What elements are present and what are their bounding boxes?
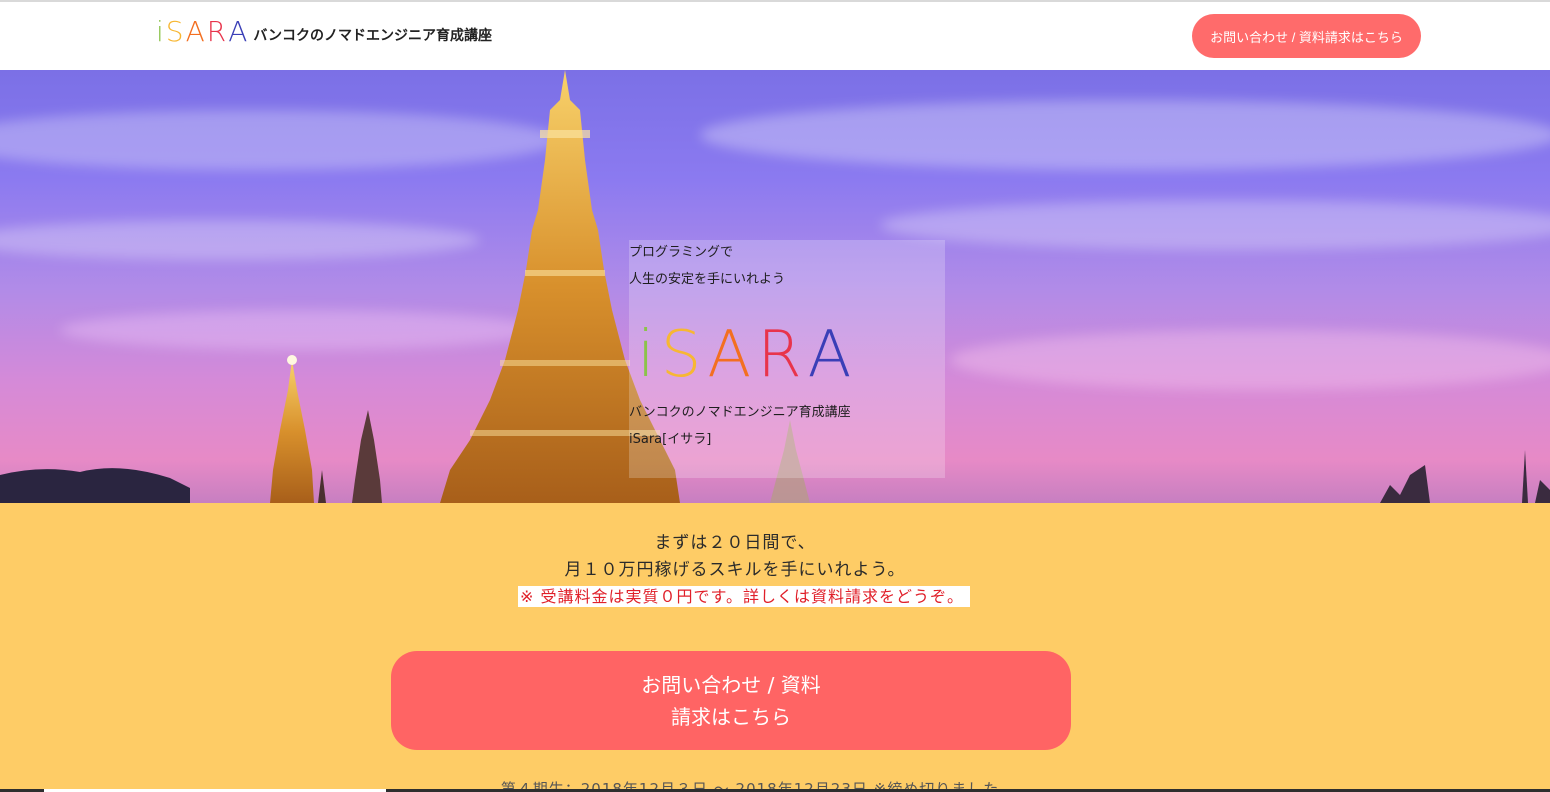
hero-section: プログラミングで 人生の安定を手にいれよう i S A R A バンコクのノマド… [0, 70, 1550, 503]
logo-letter: S [165, 15, 186, 48]
landing-page: i S A R A バンコクのノマドエンジニア育成講座 お問い合わせ / 資料請… [0, 0, 1550, 792]
logo-letter: A [707, 318, 758, 392]
promo-fee-note: ※ 受講料金は実質０円です。詳しくは資料請求をどうぞ。 [518, 586, 970, 607]
main-cta-label-line2: 請求はこちら [671, 704, 791, 729]
hero-brand-name: iSara[イサラ] [629, 432, 712, 447]
hero-headline-line1: プログラミングで [629, 245, 734, 260]
logo-letter: R [757, 318, 808, 392]
hero-subtitle: バンコクのノマドエンジニア育成講座 [629, 405, 851, 420]
promo-section: まずは２０日間で、 月１０万円稼げるスキルを手にいれよう。 ※ 受講料金は実質０… [0, 503, 1550, 792]
logo-letter: A [807, 318, 858, 392]
logo-letter: i [156, 15, 166, 48]
promo-note-container: ※ 受講料金は実質０円です。詳しくは資料請求をどうぞ。 [0, 586, 1488, 607]
logo-letter: A [228, 15, 250, 48]
logo-letter: R [206, 15, 229, 48]
header-tagline: バンコクのノマドエンジニア育成講座 [253, 28, 493, 44]
hero-isara-logo: i S A R A [637, 322, 857, 388]
site-header: i S A R A バンコクのノマドエンジニア育成講座 お問い合わせ / 資料請… [0, 0, 1550, 70]
logo-letter: i [637, 318, 661, 392]
header-contact-button[interactable]: お問い合わせ / 資料請求はこちら [1192, 14, 1421, 58]
promo-lead-line2: 月１０万円稼げるスキルを手にいれよう。 [564, 560, 906, 580]
hero-headline-line2: 人生の安定を手にいれよう [629, 272, 786, 287]
logo-letter: A [185, 15, 207, 48]
isara-logo-wordmark: i S A R A [156, 16, 249, 48]
logo-letter: S [660, 318, 708, 392]
header-logo[interactable]: i S A R A バンコクのノマドエンジニア育成講座 [156, 16, 492, 48]
hero-text-panel: プログラミングで 人生の安定を手にいれよう i S A R A バンコクのノマド… [629, 240, 945, 478]
main-contact-button[interactable]: お問い合わせ / 資料 請求はこちら [391, 651, 1071, 750]
main-cta-label-line1: お問い合わせ / 資料 [641, 672, 821, 697]
promo-lead-line1: まずは２０日間で、 [654, 533, 816, 553]
